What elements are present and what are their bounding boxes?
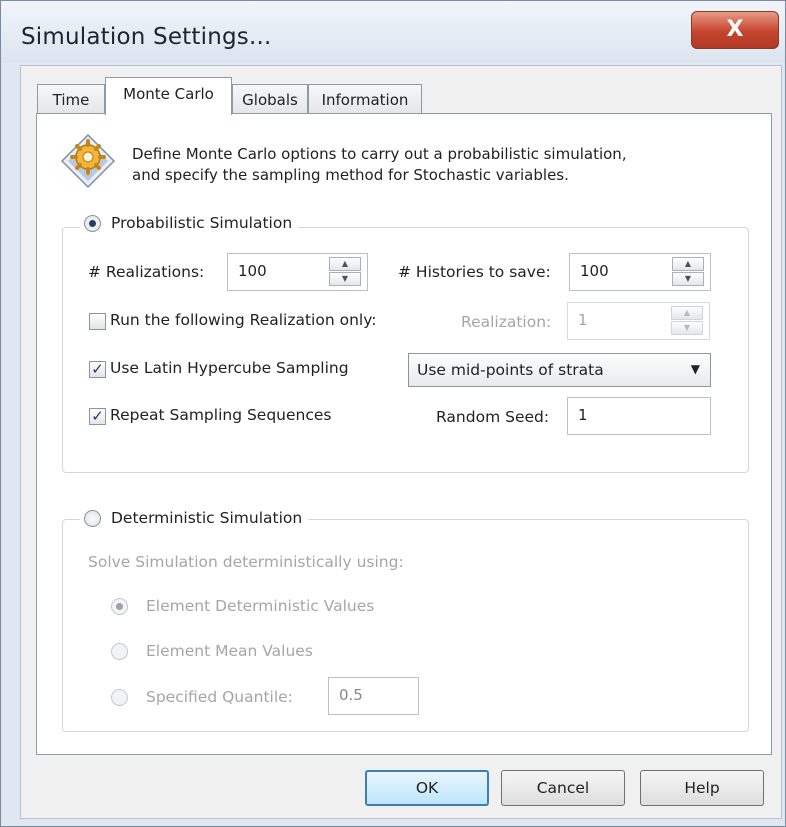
probabilistic-label: Probabilistic Simulation (111, 214, 293, 232)
spin-down-icon[interactable]: ▼ (329, 272, 361, 286)
tab-time[interactable]: Time (37, 84, 105, 114)
run-realization-only-label[interactable]: Run the following Realization only: (110, 311, 376, 329)
info-line-2: and specify the sampling method for Stoc… (132, 166, 569, 184)
tab-information[interactable]: Information (308, 84, 422, 114)
help-button[interactable]: Help (640, 770, 764, 806)
spin-up-icon[interactable]: ▲ (672, 257, 704, 271)
lhs-method-value: Use mid-points of strata (417, 361, 604, 379)
latin-hypercube-label[interactable]: Use Latin Hypercube Sampling (110, 359, 349, 377)
radio-button[interactable] (111, 688, 128, 706)
info-line-1: Define Monte Carlo options to carry out … (132, 145, 627, 163)
random-seed-input[interactable]: 1 (567, 397, 711, 435)
element-mean-values-option[interactable]: Element Mean Values (111, 642, 313, 660)
radio-button[interactable] (111, 597, 128, 615)
chevron-down-icon: ▼ (690, 362, 700, 376)
cancel-button[interactable]: Cancel (501, 770, 625, 806)
title-bar[interactable]: Simulation Settings... X (1, 1, 785, 63)
close-icon: X (726, 17, 744, 42)
dialog-title: Simulation Settings... (21, 24, 272, 50)
lhs-method-dropdown[interactable]: Use mid-points of strata ▼ (408, 353, 711, 387)
gear-diamond-icon (60, 133, 116, 189)
histories-stepper[interactable]: 100 ▲ ▼ (569, 253, 711, 291)
tab-monte-carlo[interactable]: Monte Carlo (105, 77, 232, 115)
option-label: Element Deterministic Values (146, 597, 375, 615)
deterministic-radio-button[interactable] (84, 509, 101, 527)
realizations-value[interactable]: 100 (238, 262, 267, 280)
probabilistic-radio-button[interactable] (84, 214, 101, 232)
random-seed-value[interactable]: 1 (578, 406, 588, 424)
realization-value[interactable]: 1 (578, 311, 588, 329)
option-label: Specified Quantile: (146, 688, 293, 706)
probabilistic-simulation-radio[interactable]: Probabilistic Simulation (80, 214, 299, 232)
histories-value[interactable]: 100 (580, 262, 609, 280)
spin-up-icon[interactable]: ▲ (671, 306, 703, 320)
run-realization-only-checkbox[interactable] (89, 313, 106, 330)
close-button[interactable]: X (691, 11, 779, 49)
repeat-sampling-label[interactable]: Repeat Sampling Sequences (110, 406, 332, 424)
spin-up-icon[interactable]: ▲ (329, 257, 361, 271)
random-seed-label: Random Seed: (436, 408, 550, 426)
spin-down-icon[interactable]: ▼ (671, 321, 703, 335)
deterministic-simulation-radio[interactable]: Deterministic Simulation (80, 509, 309, 527)
realizations-label: # Realizations: (88, 263, 205, 281)
realization-label: Realization: (461, 313, 552, 331)
solve-deterministically-label: Solve Simulation deterministically using… (88, 553, 404, 571)
spin-down-icon[interactable]: ▼ (672, 272, 704, 286)
info-description: Define Monte Carlo options to carry out … (132, 144, 752, 186)
realizations-stepper[interactable]: 100 ▲ ▼ (227, 253, 368, 291)
histories-label: # Histories to save: (398, 263, 551, 281)
latin-hypercube-checkbox[interactable]: ✓ (89, 361, 106, 378)
option-label: Element Mean Values (146, 642, 313, 660)
ok-button[interactable]: OK (365, 770, 489, 806)
deterministic-label: Deterministic Simulation (111, 509, 303, 527)
quantile-input[interactable]: 0.5 (328, 677, 419, 715)
radio-button[interactable] (111, 642, 128, 660)
quantile-value[interactable]: 0.5 (339, 686, 363, 704)
specified-quantile-option[interactable]: Specified Quantile: (111, 688, 293, 706)
repeat-sampling-checkbox[interactable]: ✓ (89, 408, 106, 425)
realization-stepper[interactable]: 1 ▲ ▼ (567, 302, 710, 340)
tab-globals[interactable]: Globals (232, 84, 308, 114)
element-deterministic-values-option[interactable]: Element Deterministic Values (111, 597, 374, 615)
